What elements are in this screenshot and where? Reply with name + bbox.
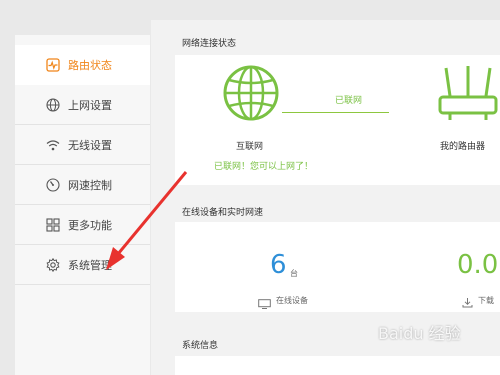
connection-line [282, 112, 389, 113]
router-icon [438, 66, 498, 120]
watermark-text: Baidu 经验 [378, 324, 461, 343]
wifi-icon [45, 137, 61, 153]
system-info-card [175, 356, 500, 375]
speedometer-icon [45, 177, 61, 193]
sidebar-item-label: 系统管理 [68, 258, 112, 272]
gear-icon [45, 257, 61, 273]
sidebar-item-more-features[interactable]: 更多功能 [15, 205, 150, 245]
sidebar-item-label: 路由状态 [68, 59, 112, 72]
online-device-unit: 台 [290, 269, 298, 278]
sidebar-item-label: 网速控制 [68, 178, 112, 192]
connection-message: 已联网！您可以上网了！ [214, 162, 314, 172]
devices-card [175, 222, 500, 312]
download-speed-value: 0.0 [457, 250, 499, 280]
internet-label: 互联网 [236, 142, 264, 152]
sidebar-item-wireless-settings[interactable]: 无线设置 [15, 125, 150, 165]
network-section-title: 网络连接状态 [182, 39, 237, 49]
download-label: 下载 [478, 296, 494, 305]
monitor-icon [258, 294, 271, 309]
router-label: 我的路由器 [440, 142, 486, 152]
sidebar-nav: 路由状态 上网设置 无线设置 网速控制 更多功能 系统管理 [15, 35, 150, 375]
system-section-title: 系统信息 [182, 341, 219, 351]
download-icon [462, 293, 473, 308]
sidebar-item-label: 无线设置 [68, 138, 112, 152]
sidebar-item-system-management[interactable]: 系统管理 [15, 245, 150, 285]
sidebar-item-internet-settings[interactable]: 上网设置 [15, 85, 150, 125]
pulse-icon [45, 57, 61, 73]
sidebar-item-label: 上网设置 [68, 98, 112, 112]
internet-globe-icon [223, 65, 279, 121]
grid-icon [45, 217, 61, 233]
online-device-label: 在线设备 [276, 296, 308, 305]
devices-section-title: 在线设备和实时网速 [182, 208, 264, 218]
online-device-count: 6 [270, 250, 287, 280]
sidebar-item-router-status[interactable]: 路由状态 [15, 45, 150, 85]
sidebar-item-label: 更多功能 [68, 218, 112, 232]
globe-icon [45, 97, 61, 113]
sidebar-item-speed-control[interactable]: 网速控制 [15, 165, 150, 205]
link-status-label: 已联网 [335, 96, 363, 106]
